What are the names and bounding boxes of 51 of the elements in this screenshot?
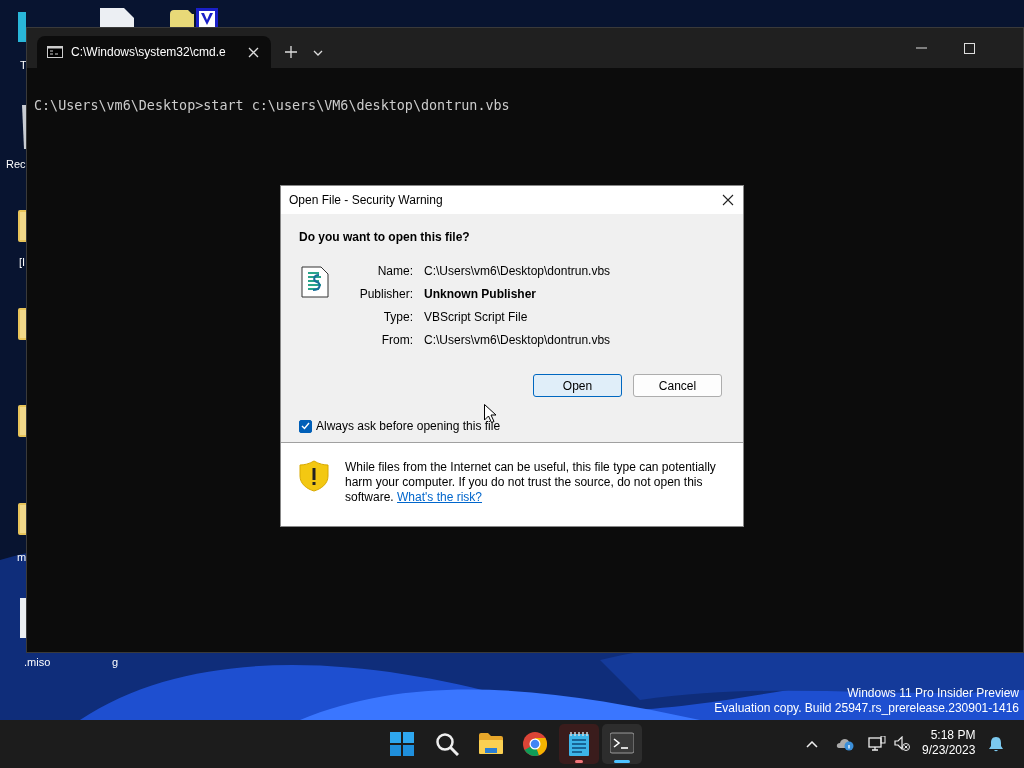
cancel-button[interactable]: Cancel [633, 374, 722, 397]
running-indicator [575, 760, 583, 763]
taskbar-button[interactable] [602, 724, 642, 764]
field-value: VBScript Script File [424, 310, 529, 325]
tab-title: C:\Windows\system32\cmd.e [71, 44, 226, 61]
running-indicator [614, 760, 630, 763]
icon-label: [I [19, 255, 26, 269]
icon-label: g [112, 655, 119, 669]
dialog-title: Open File - Security Warning [289, 192, 443, 209]
open-button[interactable]: Open [533, 374, 622, 397]
chevron-up-icon[interactable] [806, 740, 818, 748]
start-icon [390, 732, 414, 756]
network-icon[interactable] [868, 736, 886, 752]
icon-label: Rec [6, 157, 26, 171]
dialog-question: Do you want to open this file? [298, 229, 471, 246]
terminal-line: C:\Users\vm6\Desktop>start c:\users\VM6\desktop\dontrun.vbs [33, 97, 511, 115]
mouse-cursor-icon [484, 404, 496, 423]
search-icon [435, 732, 459, 756]
cmd-icon [47, 46, 63, 58]
dropdown-icon[interactable] [313, 50, 323, 56]
watermark-text: Windows 11 Pro Insider Preview [846, 686, 1019, 701]
risk-link[interactable]: What's the risk? [397, 490, 482, 504]
close-icon[interactable] [722, 194, 734, 206]
notification-bell-icon[interactable] [988, 736, 1004, 752]
browser-icon [523, 732, 547, 756]
warning-text: While files from the Internet can be useful, this file type can potentially harm your computer. If you do not trust the source, do not open this software. What's the risk? [345, 460, 717, 506]
script-file-icon [301, 266, 329, 298]
terminal-tab[interactable]: C:\Windows\system32\cmd.e [37, 36, 271, 68]
field-value: C:\Users\vm6\Desktop\dontrun.vbs [424, 264, 611, 279]
taskbar-button[interactable] [559, 724, 599, 764]
warning-shield-icon [299, 460, 329, 492]
field-label: Name: [376, 264, 413, 279]
terminal-icon [610, 732, 634, 756]
volume-muted-icon[interactable] [894, 736, 910, 752]
clock[interactable]: 5:18 PM 9/23/2023 [922, 728, 976, 758]
plus-icon[interactable] [285, 46, 297, 58]
field-label: Type: [382, 310, 413, 325]
icon-label: .miso [24, 655, 51, 669]
checkbox[interactable] [299, 419, 312, 433]
icon-label: T [20, 58, 27, 72]
watermark-text: Evaluation copy. Build 25947.rs_prerelease.230901-1416 [714, 701, 1019, 716]
maximize-icon[interactable] [963, 42, 975, 54]
field-value: Unknown Publisher [424, 287, 537, 302]
checkbox-label: Always ask before opening this file [316, 418, 501, 435]
icon-label: m [17, 550, 27, 564]
field-label: Publisher: [358, 287, 413, 302]
minimize-icon[interactable] [915, 47, 927, 49]
field-label: From: [380, 333, 413, 348]
field-value: C:\Users\vm6\Desktop\dontrun.vbs [424, 333, 611, 348]
cloud-info-icon[interactable] [836, 737, 854, 751]
notepad-icon [567, 732, 591, 756]
